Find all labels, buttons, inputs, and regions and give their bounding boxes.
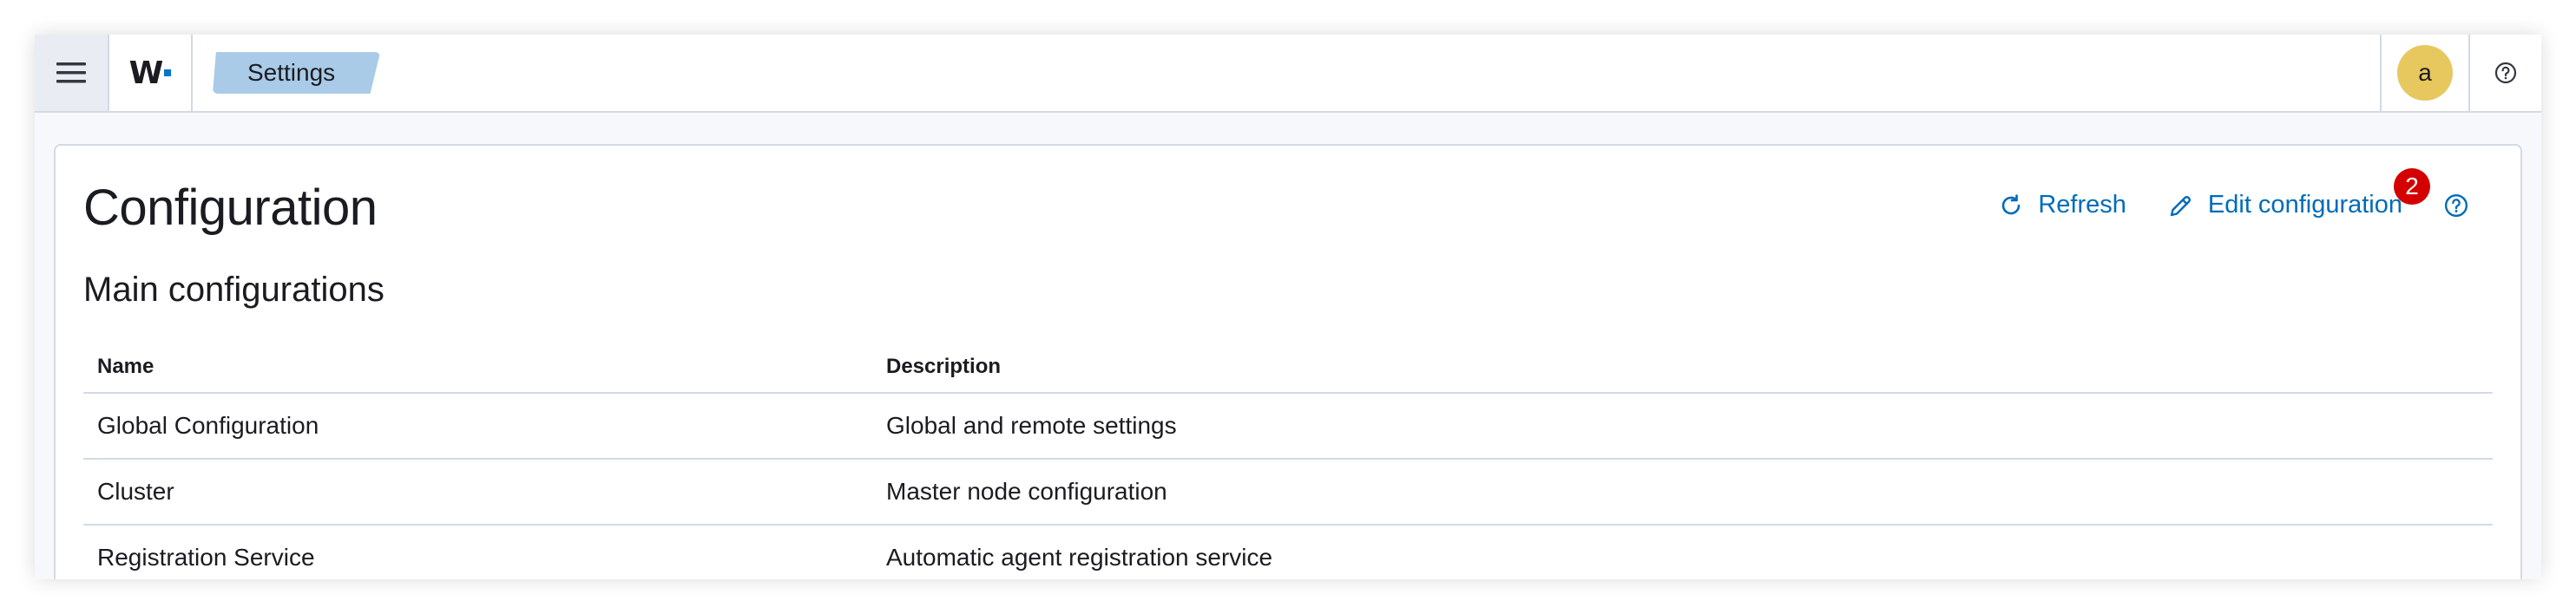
table-row[interactable]: Registration Service Automatic agent reg…: [83, 526, 2493, 579]
edit-configuration-button[interactable]: Edit configuration 2: [2168, 168, 2430, 219]
edit-configuration-label: Edit configuration: [2207, 191, 2402, 219]
notification-badge: 2: [2394, 168, 2430, 205]
logo-text: W: [128, 55, 164, 91]
row-description: Master node configuration: [886, 478, 1167, 505]
breadcrumb-settings[interactable]: Settings: [213, 52, 381, 94]
row-name: Registration Service: [97, 544, 315, 571]
row-name: Cluster: [97, 478, 174, 505]
table-row[interactable]: Global Configuration Global and remote s…: [83, 394, 2493, 460]
pencil-icon: [2170, 195, 2191, 216]
question-circle-icon: [2444, 193, 2468, 217]
user-menu[interactable]: a: [2380, 35, 2470, 111]
refresh-label: Refresh: [2038, 191, 2126, 219]
row-description: Automatic agent registration service: [886, 544, 1273, 571]
row-name: Global Configuration: [97, 412, 319, 439]
hamburger-menu-icon: [56, 62, 86, 83]
avatar[interactable]: a: [2397, 45, 2453, 101]
page-title: Configuration: [83, 180, 378, 236]
table-row[interactable]: Cluster Master node configuration: [83, 460, 2493, 526]
section-title: Main configurations: [83, 271, 384, 309]
configurations-table: Name Description Global Configuration Gl…: [83, 342, 2493, 579]
page-actions: Refresh Edit configuration 2: [1956, 168, 2468, 219]
app-logo[interactable]: W: [109, 35, 193, 111]
app-window: W Settings a Configuration Refresh Edit …: [35, 35, 2541, 579]
page-help-button[interactable]: [2444, 193, 2468, 218]
menu-toggle-button[interactable]: [35, 35, 109, 111]
row-description: Global and remote settings: [886, 412, 1177, 439]
header-help-button[interactable]: [2470, 35, 2541, 111]
refresh-icon: [2002, 193, 2021, 214]
configuration-panel: Configuration Refresh Edit configuration…: [54, 144, 2522, 579]
top-header: W Settings a: [35, 35, 2541, 113]
question-circle-icon: [2494, 62, 2517, 84]
column-header-name[interactable]: Name: [83, 355, 886, 379]
logo-dot: [164, 69, 172, 76]
table-header-row: Name Description: [83, 342, 2493, 394]
column-header-description[interactable]: Description: [886, 355, 2493, 379]
refresh-button[interactable]: Refresh: [1998, 191, 2126, 219]
